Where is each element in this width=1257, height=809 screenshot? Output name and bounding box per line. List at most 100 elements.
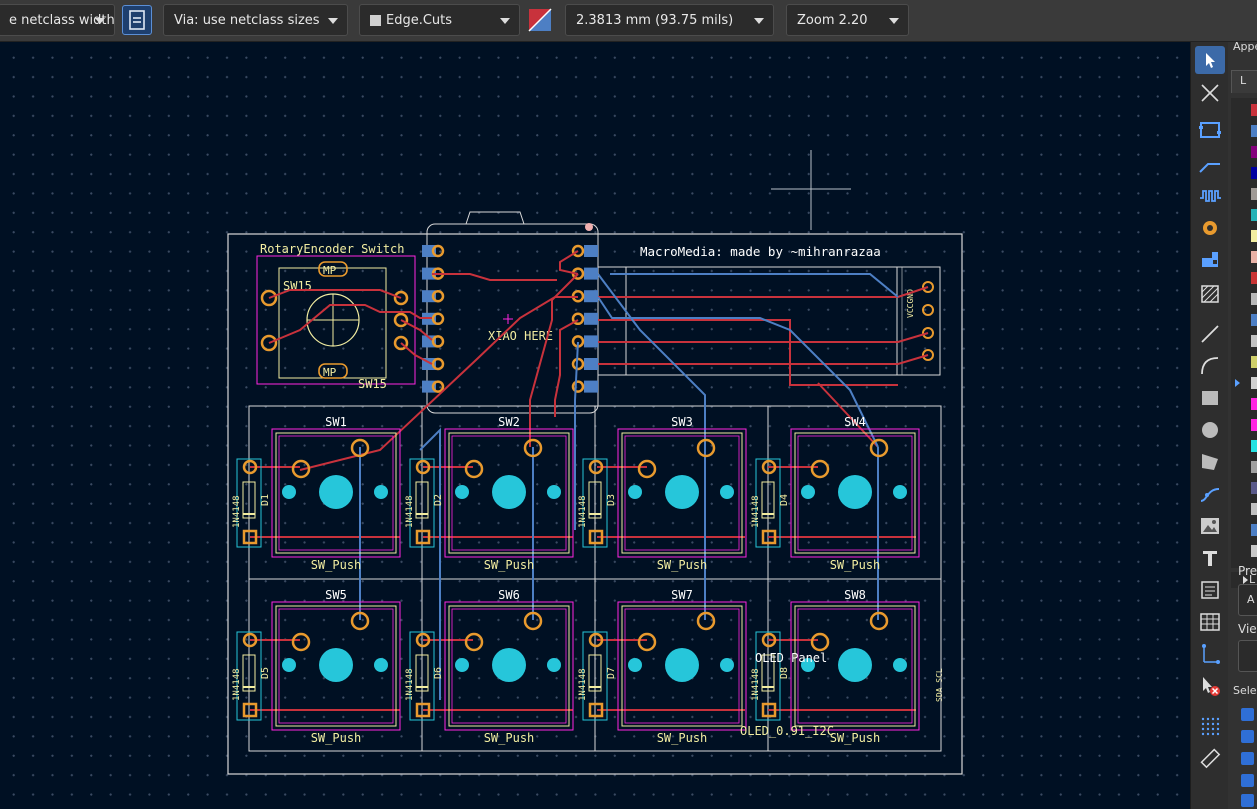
oled-header: VCCGND SDA SCL: [598, 266, 944, 702]
appearance-title: Appe: [1233, 42, 1257, 53]
diode-value: 1N4148: [578, 495, 588, 528]
selection-checkbox[interactable]: [1241, 752, 1254, 765]
footprint-icon[interactable]: [1195, 116, 1225, 144]
layer-swatch: [1251, 167, 1257, 179]
diode-value: 1N4148: [232, 495, 242, 528]
switch-ref: SW1: [325, 415, 347, 429]
image-icon[interactable]: [1195, 512, 1225, 540]
text-icon[interactable]: [1195, 544, 1225, 572]
layer-swatch: [1251, 335, 1257, 347]
switch-value: SW_Push: [657, 731, 708, 745]
circle-icon[interactable]: [1195, 416, 1225, 444]
preset-value: A: [1247, 593, 1255, 606]
bezier-icon[interactable]: [1195, 480, 1225, 508]
rectangle-icon[interactable]: [1195, 384, 1225, 412]
layer-swatch: [1251, 398, 1257, 410]
presets-dropdown[interactable]: A: [1238, 584, 1257, 616]
dimension-icon[interactable]: [1195, 640, 1225, 668]
selection-checkbox[interactable]: [1241, 730, 1254, 743]
zone-icon[interactable]: [1195, 246, 1225, 274]
diode-value: 1N4148: [578, 668, 588, 701]
right-toolbar: [1190, 42, 1229, 809]
oled-pins-side: SDA SCL: [935, 668, 944, 702]
diode: 1N4148 D3: [578, 458, 617, 548]
layers-tab[interactable]: L: [1231, 70, 1257, 93]
switch-value: SW_Push: [830, 558, 881, 572]
switch-ref: SW3: [671, 415, 693, 429]
header-pad: [422, 244, 445, 258]
top-toolbar: e netclass width Via: use netclass sizes…: [0, 0, 1257, 42]
table-icon[interactable]: [1195, 608, 1225, 636]
diode-value: 1N4148: [751, 668, 761, 701]
board-title: MacroMedia: made by ~mihranrazaa: [640, 244, 881, 259]
diode-ref: D7: [606, 667, 617, 679]
switch-ref: SW7: [671, 588, 693, 602]
layer-dropdown[interactable]: Edge.Cuts: [359, 4, 520, 36]
layer-swatch: [1251, 440, 1257, 452]
layer-swatch: [1251, 482, 1257, 494]
layer-swatch: [1251, 377, 1257, 389]
auto-width-toggle-icon[interactable]: [122, 5, 152, 35]
diode: 1N4148 D1: [232, 458, 271, 548]
diode: 1N4148 D7: [578, 631, 617, 721]
zoom-dropdown[interactable]: Zoom 2.20: [786, 4, 909, 36]
layer-pair-icon[interactable]: [526, 5, 554, 35]
tune-length-icon[interactable]: [1195, 182, 1225, 210]
arc-icon[interactable]: [1195, 352, 1225, 380]
layer-swatch: [1251, 230, 1257, 242]
selection-checkbox[interactable]: [1241, 794, 1254, 807]
line-icon[interactable]: [1195, 320, 1225, 348]
selection-checkbox[interactable]: [1241, 774, 1254, 787]
switch-ref: SW2: [498, 415, 520, 429]
switch-ref: SW8: [844, 588, 866, 602]
diode: 1N4148 D4: [751, 458, 790, 548]
switch-value: SW_Push: [657, 558, 708, 572]
diode-value: 1N4148: [405, 668, 415, 701]
layers-tab-label: L: [1240, 74, 1247, 87]
switch-ref: SW6: [498, 588, 520, 602]
chevron-down-icon: [754, 18, 764, 24]
diode-ref: D6: [433, 667, 444, 679]
grid-origin-icon[interactable]: [1195, 712, 1225, 740]
header-pad: [422, 289, 445, 303]
layer-swatch: [1251, 503, 1257, 515]
via-size-dropdown[interactable]: Via: use netclass sizes: [163, 4, 348, 36]
diode: 1N4148 D8: [751, 631, 790, 721]
route-track-icon[interactable]: [1195, 150, 1225, 178]
appearance-panel: Appe L L Pre A View Sele: [1228, 42, 1257, 809]
keepout-icon[interactable]: [1195, 280, 1225, 308]
measure-icon[interactable]: [1195, 744, 1225, 772]
layer-swatch: [1251, 419, 1257, 431]
diode-ref: D8: [779, 667, 790, 679]
diode-ref: D1: [260, 494, 271, 506]
grid-dropdown[interactable]: 2.3813 mm (93.75 mils): [565, 4, 774, 36]
viewports-dropdown[interactable]: [1238, 640, 1257, 672]
layer-swatch: [1251, 146, 1257, 158]
local-ratsnest-icon[interactable]: [1195, 79, 1225, 107]
oled-label: OLED Panel: [755, 651, 827, 665]
header-pad: [571, 335, 598, 348]
track-width-dropdown[interactable]: e netclass width: [0, 4, 115, 36]
rotary-encoder: RotaryEncoder_Switch MP MP SW15 SW15: [256, 242, 416, 391]
via-size-value: Via: use netclass sizes: [174, 13, 320, 28]
diode: 1N4148 D2: [405, 458, 444, 548]
chevron-down-icon: [95, 18, 105, 24]
selection-checkbox[interactable]: [1241, 708, 1254, 721]
cursor-crosshair: [771, 150, 851, 230]
encoder-value-bottom: SW15: [358, 377, 387, 391]
delete-tool-icon[interactable]: [1195, 672, 1225, 700]
header-pad: [571, 312, 598, 326]
encoder-mp-bottom: MP: [323, 366, 337, 379]
select-tool-icon[interactable]: [1195, 46, 1225, 74]
layer-list[interactable]: [1231, 98, 1257, 568]
xiao-label: XIAO HERE: [488, 329, 553, 343]
diode-value: 1N4148: [405, 495, 415, 528]
key-switch: 1N4148 D5 SW5 SW_Push: [232, 588, 401, 745]
pcb-canvas[interactable]: XIAO HERE MacroMedia: made by ~mihranraz…: [0, 42, 1190, 809]
encoder-mp-top: MP: [323, 264, 337, 277]
layer-swatch: [1251, 209, 1257, 221]
chevron-down-icon: [500, 18, 510, 24]
polygon-icon[interactable]: [1195, 448, 1225, 476]
via-icon[interactable]: [1195, 214, 1225, 242]
textbox-icon[interactable]: [1195, 576, 1225, 604]
